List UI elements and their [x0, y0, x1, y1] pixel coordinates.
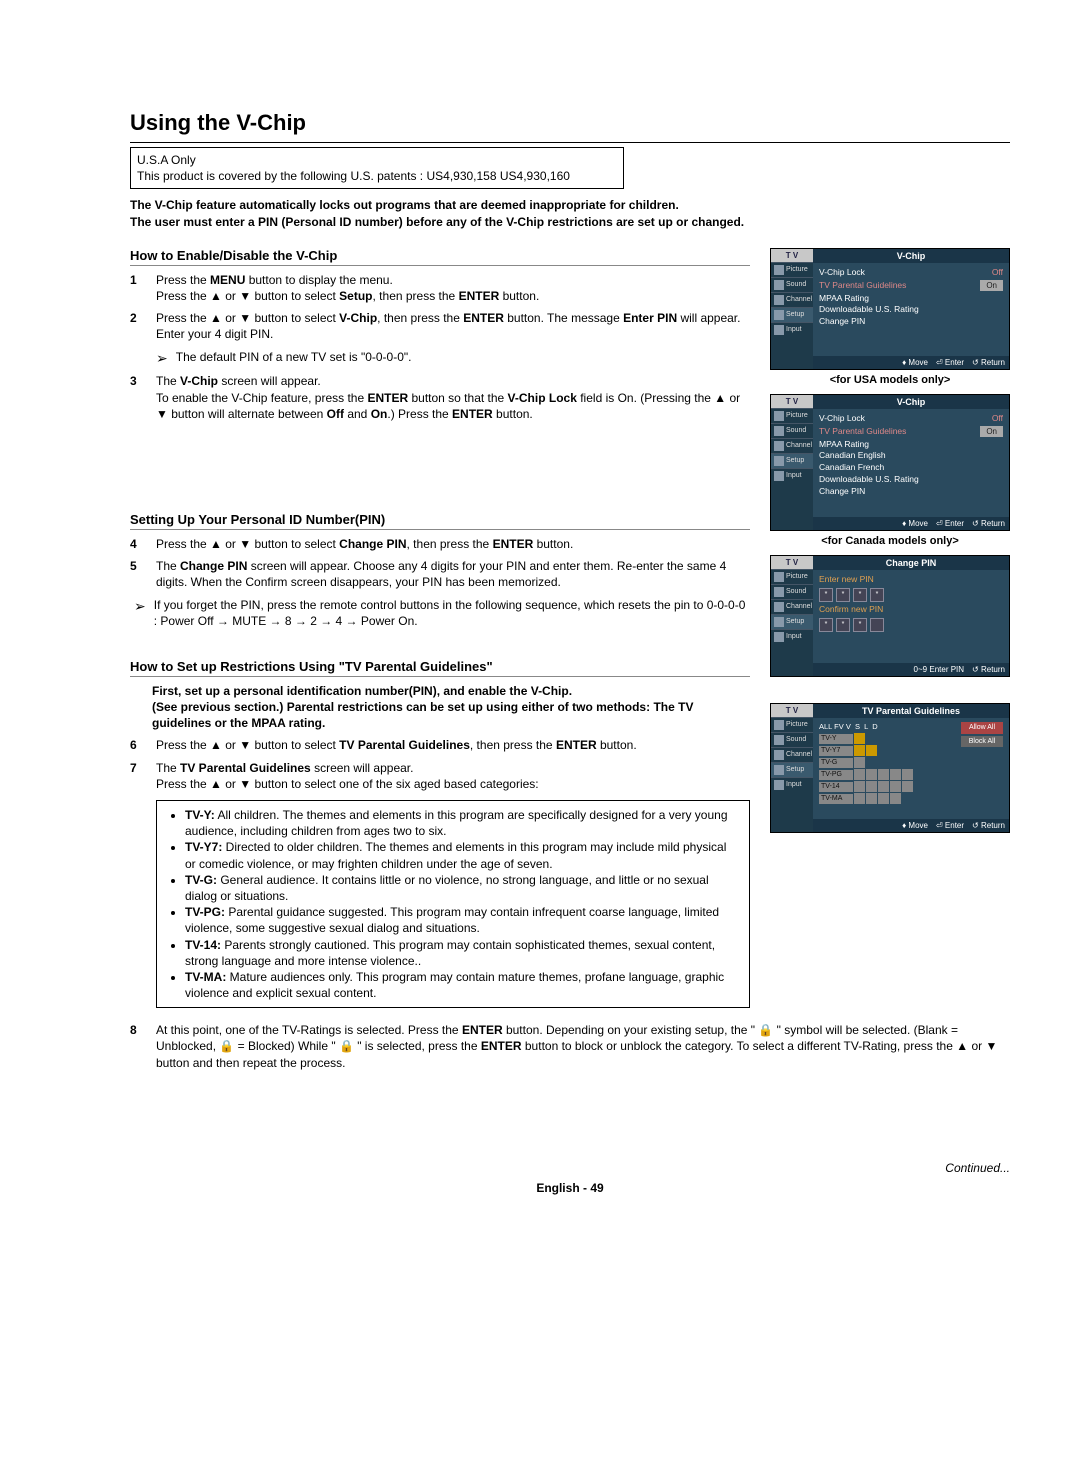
osd-change-pin: T V Picture Sound Channel Setup Input Ch… [770, 555, 1010, 677]
section2-note: If you forget the PIN, press the remote … [154, 597, 750, 629]
section1-heading: How to Enable/Disable the V-Chip [130, 248, 750, 263]
input-icon [774, 632, 784, 642]
sound-icon [774, 587, 784, 597]
setup-icon [774, 617, 784, 627]
cat-tvy: TV-Y: All children. The themes and eleme… [185, 807, 739, 839]
patent-line1: U.S.A Only [137, 152, 617, 168]
step4-body: Press the ▲ or ▼ button to select Change… [156, 536, 750, 552]
block-all-button: Block All [961, 736, 1003, 748]
setup-icon [774, 456, 784, 466]
picture-icon [774, 411, 784, 421]
arrow-icon: ➢ [134, 597, 146, 629]
step7-body: The TV Parental Guidelines screen will a… [156, 760, 750, 792]
patent-box: U.S.A Only This product is covered by th… [130, 147, 624, 189]
picture-icon [774, 572, 784, 582]
step2-body: Press the ▲ or ▼ button to select V-Chip… [156, 310, 750, 342]
step5-body: The Change PIN screen will appear. Choos… [156, 558, 750, 590]
osd-vchip-usa: T V Picture Sound Channel Setup Input V-… [770, 248, 1010, 370]
title-rule [130, 142, 1010, 143]
allow-all-button: Allow All [961, 722, 1003, 734]
cat-tvg: TV-G: General audience. It contains litt… [185, 872, 739, 904]
cat-tvpg: TV-PG: Parental guidance suggested. This… [185, 904, 739, 936]
input-icon [774, 325, 784, 335]
step2-num: 2 [130, 310, 144, 342]
step3-num: 3 [130, 373, 144, 422]
step6-num: 6 [130, 737, 144, 753]
step7-num: 7 [130, 760, 144, 792]
step1-num: 1 [130, 272, 144, 304]
sound-icon [774, 280, 784, 290]
arrow-icon: ➢ [156, 349, 168, 368]
page-footer: English - 49 [130, 1181, 1010, 1195]
channel-icon [774, 441, 784, 451]
sound-icon [774, 735, 784, 745]
sound-icon [774, 426, 784, 436]
step8-body: At this point, one of the TV-Ratings is … [156, 1022, 1010, 1071]
osd-caption-canada: <for Canada models only> [770, 535, 1010, 547]
step5-num: 5 [130, 558, 144, 590]
step1-body: Press the MENU button to display the men… [156, 272, 750, 304]
picture-icon [774, 265, 784, 275]
cat-tvy7: TV-Y7: Directed to older children. The t… [185, 839, 739, 871]
channel-icon [774, 295, 784, 305]
continued: Continued... [130, 1161, 1010, 1175]
intro: The V-Chip feature automatically locks o… [130, 197, 1010, 229]
step2-note: The default PIN of a new TV set is "0-0-… [176, 349, 412, 368]
cat-tv14: TV-14: Parents strongly cautioned. This … [185, 937, 739, 969]
patent-line2: This product is covered by the following… [137, 168, 617, 184]
page-title: Using the V-Chip [130, 110, 1010, 136]
step4-num: 4 [130, 536, 144, 552]
input-icon [774, 780, 784, 790]
osd-tvpg: T V Picture Sound Channel Setup Input TV… [770, 703, 1010, 833]
intro-l1: The V-Chip feature automatically locks o… [130, 197, 1010, 213]
section2-heading: Setting Up Your Personal ID Number(PIN) [130, 512, 750, 527]
categories-box: TV-Y: All children. The themes and eleme… [156, 800, 750, 1008]
cat-tvma: TV-MA: Mature audiences only. This progr… [185, 969, 739, 1001]
setup-icon [774, 310, 784, 320]
setup-icon [774, 765, 784, 775]
channel-icon [774, 602, 784, 612]
step3-body: The V-Chip screen will appear. To enable… [156, 373, 750, 422]
intro-l2: The user must enter a PIN (Personal ID n… [130, 214, 1010, 230]
osd-vchip-canada: T V Picture Sound Channel Setup Input V-… [770, 394, 1010, 531]
step6-body: Press the ▲ or ▼ button to select TV Par… [156, 737, 750, 753]
input-icon [774, 471, 784, 481]
osd-caption-usa: <for USA models only> [770, 374, 1010, 386]
channel-icon [774, 750, 784, 760]
section3-heading: How to Set up Restrictions Using "TV Par… [130, 659, 750, 674]
step8-num: 8 [130, 1022, 144, 1071]
picture-icon [774, 720, 784, 730]
section3-lead: First, set up a personal identification … [130, 683, 750, 732]
